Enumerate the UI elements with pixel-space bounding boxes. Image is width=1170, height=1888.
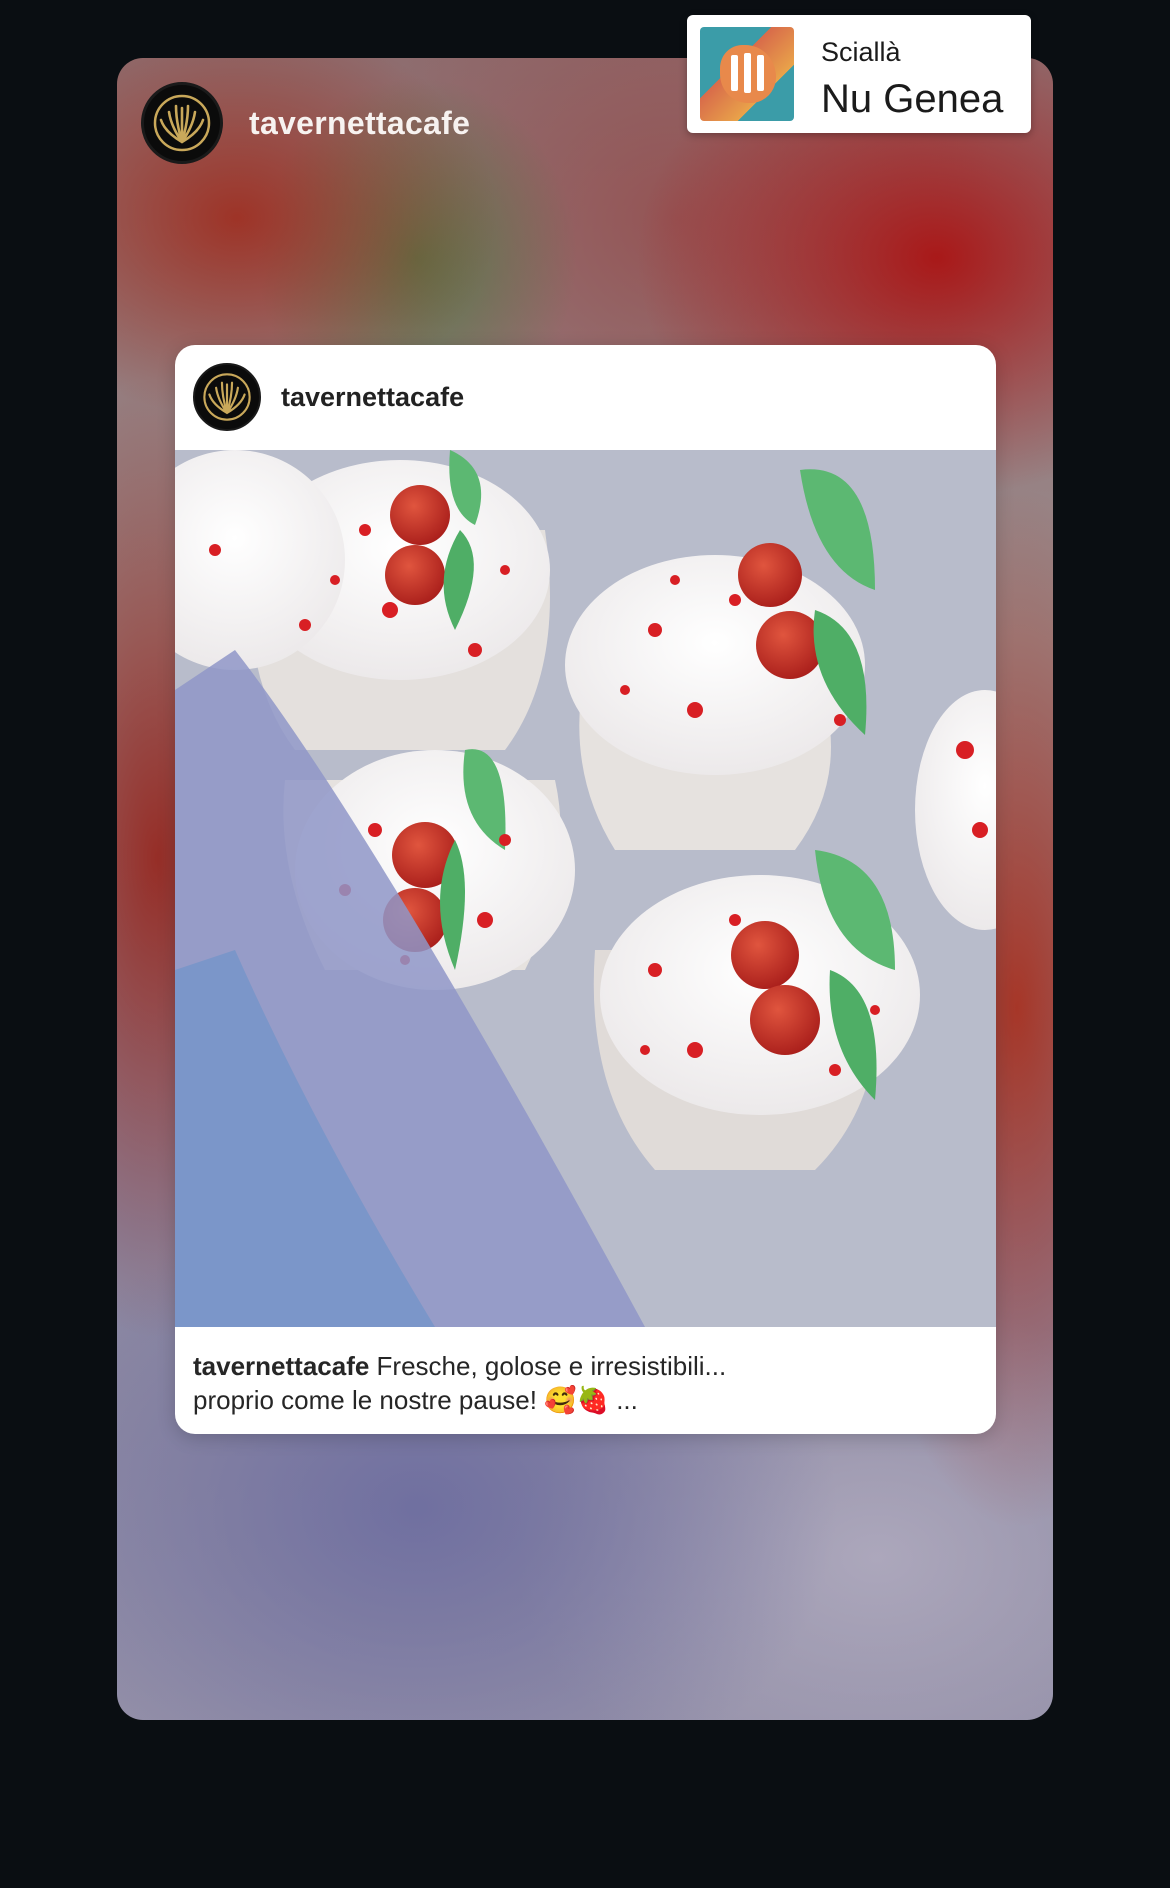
story-avatar[interactable]	[141, 82, 223, 164]
story-username[interactable]: tavernettacafe	[249, 105, 470, 142]
shared-post-card[interactable]: tavernettacafe tavernettacafe Fresche, g…	[175, 345, 996, 1434]
caption-text: Fresche, golose e irresistibili...	[376, 1351, 727, 1381]
music-artist: Nu Genea	[821, 77, 1004, 121]
post-username[interactable]: tavernettacafe	[281, 382, 464, 413]
caption-username[interactable]: tavernettacafe	[193, 1351, 369, 1381]
post-photo[interactable]	[175, 450, 996, 1327]
post-header: tavernettacafe	[193, 363, 464, 431]
album-cover-icon	[700, 27, 794, 121]
music-title: Sciallà	[821, 37, 901, 67]
post-avatar[interactable]	[193, 363, 261, 431]
caption-emoji: 🥰🍓	[544, 1385, 609, 1415]
story-header: tavernettacafe	[141, 82, 470, 164]
dessert-cups-illustration	[175, 450, 996, 1327]
caption-more[interactable]: ...	[616, 1385, 638, 1415]
music-bars-icon	[731, 53, 764, 93]
caption-text-line2: proprio come le nostre pause!	[193, 1385, 537, 1415]
music-sticker[interactable]: Sciallà Nu Genea	[687, 15, 1031, 133]
gold-shell-logo-icon	[203, 373, 251, 421]
gold-shell-logo-icon	[153, 94, 211, 152]
post-caption: tavernettacafe Fresche, golose e irresis…	[193, 1349, 973, 1417]
